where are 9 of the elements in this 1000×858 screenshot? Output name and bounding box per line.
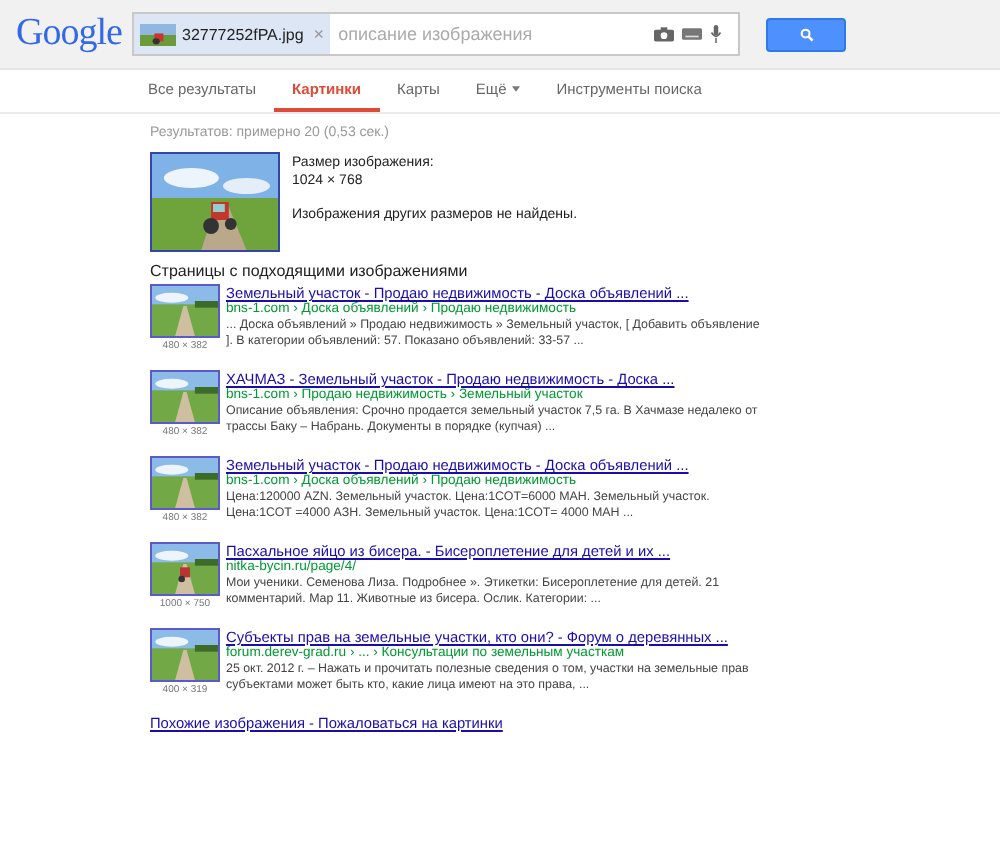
file-name: 32777252fPA.jpg — [182, 25, 304, 43]
search-icon — [799, 27, 813, 41]
search-button[interactable] — [766, 17, 846, 51]
google-logo[interactable]: Google — [16, 12, 132, 56]
section-title: Страницы с подходящими изображениями — [150, 262, 470, 280]
camera-icon[interactable] — [654, 26, 674, 42]
caret-icon — [512, 86, 521, 92]
keyboard-icon[interactable] — [682, 26, 702, 42]
microphone-icon[interactable] — [710, 24, 722, 44]
